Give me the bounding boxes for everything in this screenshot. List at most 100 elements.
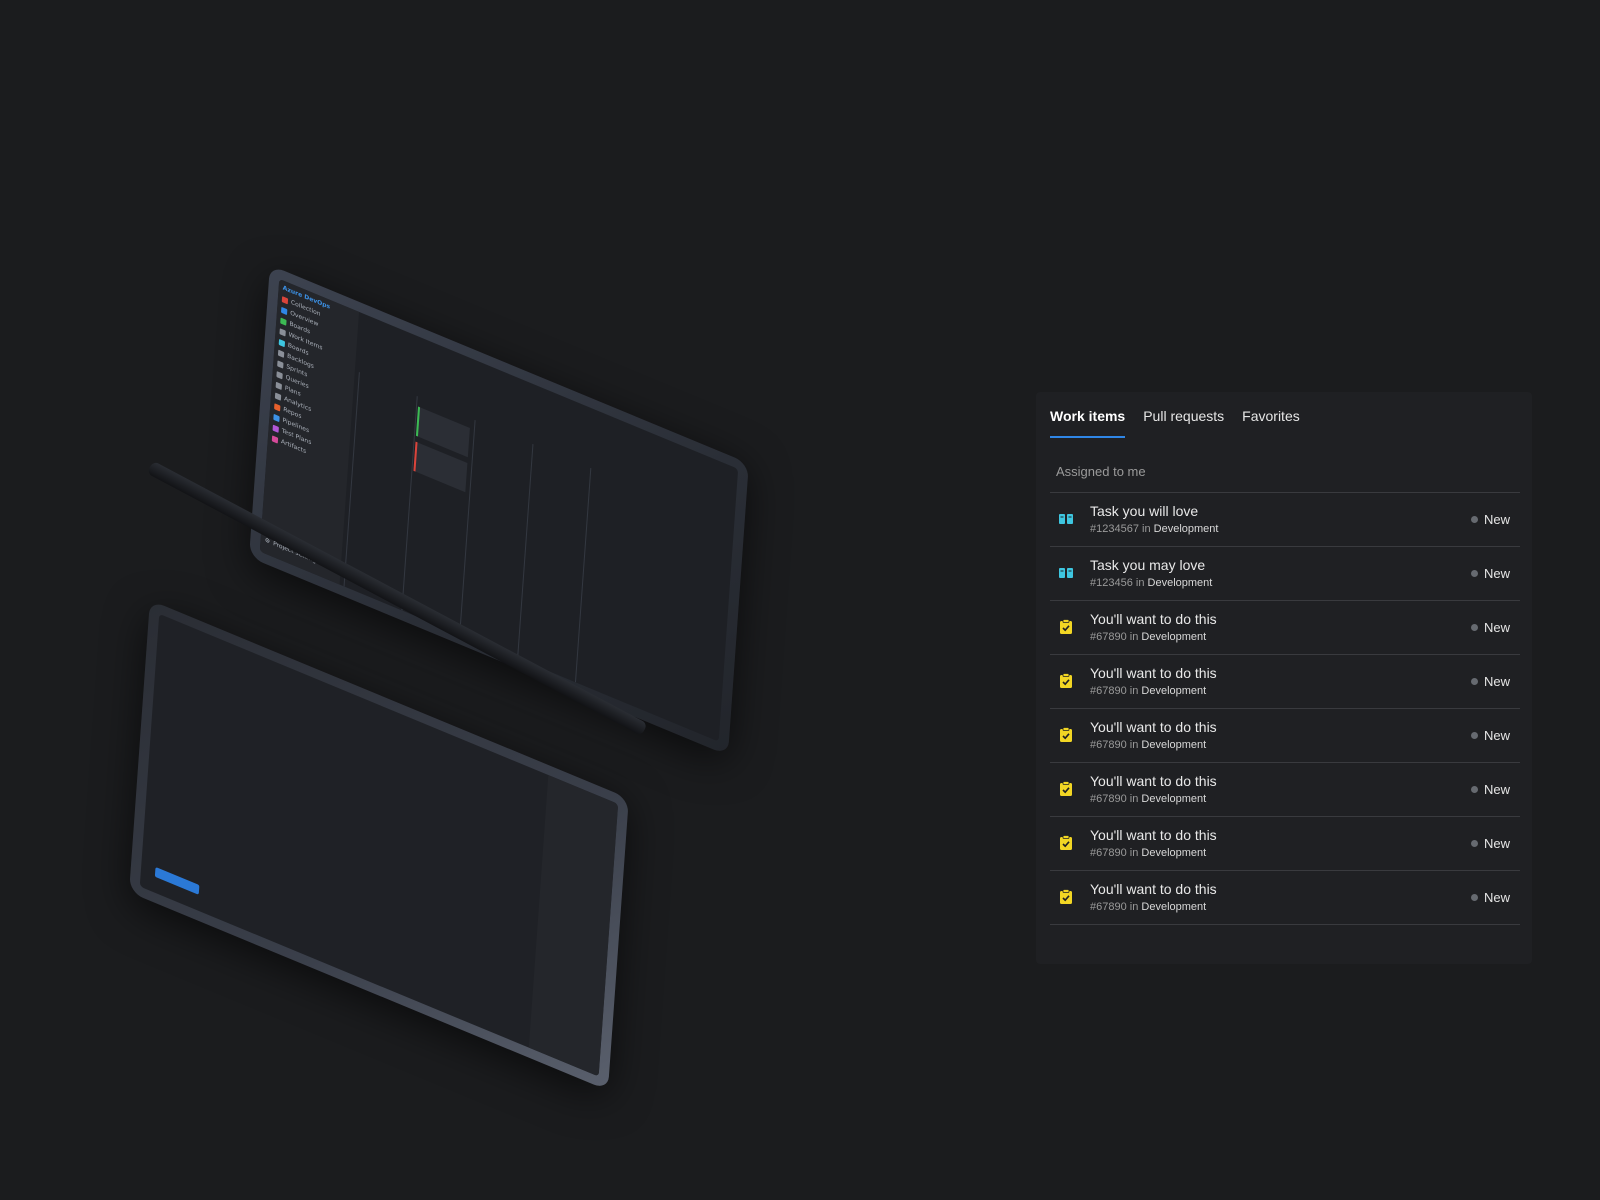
clipboard-check-icon [1058,889,1074,905]
work-item-project: Development [1141,739,1207,751]
work-item-row[interactable]: You'll want to do this #67890 in Developm… [1050,763,1520,817]
state-dot-icon [1470,840,1478,847]
state-dot-icon [1470,570,1478,577]
work-item-id: #67890 [1090,847,1127,859]
nav-item-icon [278,338,286,347]
nav-item-icon [274,402,281,412]
work-item-meta: #67890 in Development [1090,685,1206,697]
work-item-state-label: New [1483,890,1510,905]
nav-item-icon [272,424,279,433]
work-item-meta: #67890 in Development [1090,847,1206,859]
state-dot-icon [1470,624,1478,631]
nav-item-icon [277,359,284,369]
work-item-meta: #67890 in Development [1090,739,1206,751]
book-icon [1058,511,1074,527]
work-item-title[interactable]: You'll want to do this [1090,881,1217,897]
work-item-id: #67890 [1090,901,1127,913]
work-item-state: New [1470,782,1510,797]
work-item-in: in [1129,739,1139,751]
state-dot-icon [1470,786,1478,793]
work-item-state: New [1470,674,1510,689]
nav-item-icon [274,391,282,401]
work-item-meta: #1234567 in Development [1090,523,1218,535]
work-item-state: New [1470,566,1510,581]
clipboard-check-icon [1058,673,1074,689]
work-item-project: Development [1147,577,1213,589]
nav-item-icon [271,434,279,444]
work-item-in: in [1129,631,1139,643]
work-item-title[interactable]: Task you will love [1090,503,1198,519]
work-item-row[interactable]: You'll want to do this #67890 in Developm… [1050,655,1520,709]
work-item-project: Development [1141,847,1207,859]
work-item-title[interactable]: Task you may love [1090,557,1205,573]
work-item-title[interactable]: You'll want to do this [1090,611,1217,627]
work-item-in: in [1129,901,1139,913]
work-item-in: in [1129,847,1139,859]
state-dot-icon [1470,732,1478,739]
work-item-meta: #67890 in Development [1090,793,1206,805]
work-item-in: in [1129,793,1139,805]
work-item-id: #67890 [1090,631,1127,643]
work-item-state: New [1470,512,1510,527]
work-item-row[interactable]: You'll want to do this #67890 in Developm… [1050,871,1520,925]
screen-sidebar-mirrored [528,775,619,1077]
tab-bar: Work items Pull requests Favorites [1050,408,1300,438]
work-item-state-label: New [1483,620,1510,635]
work-item-state: New [1470,620,1510,635]
work-item-project: Development [1141,685,1207,697]
work-item-in: in [1135,577,1145,589]
work-item-row[interactable]: You'll want to do this #67890 in Developm… [1050,709,1520,763]
tab-work-items[interactable]: Work items [1050,408,1126,438]
nav-item-icon [277,349,285,358]
work-item-title[interactable]: You'll want to do this [1090,719,1217,735]
org-icon [281,295,289,304]
work-item-state-label: New [1483,782,1510,797]
boards-screen: Azure DevOps Collection Overview Boards Wo… [259,278,739,742]
work-item-project: Development [1141,631,1207,643]
work-item-title[interactable]: You'll want to do this [1090,665,1217,681]
clipboard-check-icon [1058,835,1074,851]
nav-item-icon [276,370,283,379]
nav-item-icon [273,413,280,422]
work-item-title[interactable]: You'll want to do this [1090,827,1217,843]
nav-item-icon [280,317,287,326]
tab-favorites[interactable]: Favorites [1242,408,1300,438]
screen-nav-list: Overview Boards Work Items Boards Backlogs Sp… [271,306,354,471]
state-dot-icon [1470,678,1478,685]
work-item-state-label: New [1483,728,1510,743]
work-item-id: #67890 [1090,739,1127,751]
work-item-project: Development [1141,901,1207,913]
work-item-meta: #67890 in Development [1090,631,1206,643]
work-item-row[interactable]: Task you may love #123456 in Development N… [1050,547,1520,601]
work-item-state-label: New [1483,674,1510,689]
work-item-row[interactable]: You'll want to do this #67890 in Developm… [1050,601,1520,655]
nav-item-icon [281,306,288,315]
work-item-state: New [1470,728,1510,743]
work-item-row[interactable]: You'll want to do this #67890 in Developm… [1050,817,1520,871]
clipboard-check-icon [1058,727,1074,743]
work-item-in: in [1142,523,1151,535]
work-item-meta: #67890 in Development [1090,901,1206,913]
work-item-in: in [1129,685,1139,697]
work-item-state-label: New [1483,566,1510,581]
work-item-id: #67890 [1090,793,1127,805]
work-item-state-label: New [1483,512,1510,527]
work-item-project: Development [1141,793,1207,805]
state-dot-icon [1470,894,1478,901]
work-item-id: #67890 [1090,685,1127,697]
clipboard-check-icon [1058,781,1074,797]
tab-pull-requests[interactable]: Pull requests [1143,408,1224,438]
state-dot-icon [1470,516,1478,523]
work-item-state-label: New [1483,836,1510,851]
work-item-row[interactable]: Task you will love #1234567 in Developmen… [1050,493,1520,547]
work-item-title[interactable]: You'll want to do this [1090,773,1217,789]
nav-item-icon [275,381,283,390]
work-item-id: #1234567 [1090,523,1139,535]
book-icon [1058,565,1074,581]
section-label: Assigned to me [1056,464,1146,479]
clipboard-check-icon [1058,619,1074,635]
work-item-id: #123456 [1090,577,1133,589]
work-item-list: Task you will love #1234567 in Developmen… [1050,492,1520,925]
work-item-project: Development [1153,523,1219,535]
work-item-state: New [1470,836,1510,851]
